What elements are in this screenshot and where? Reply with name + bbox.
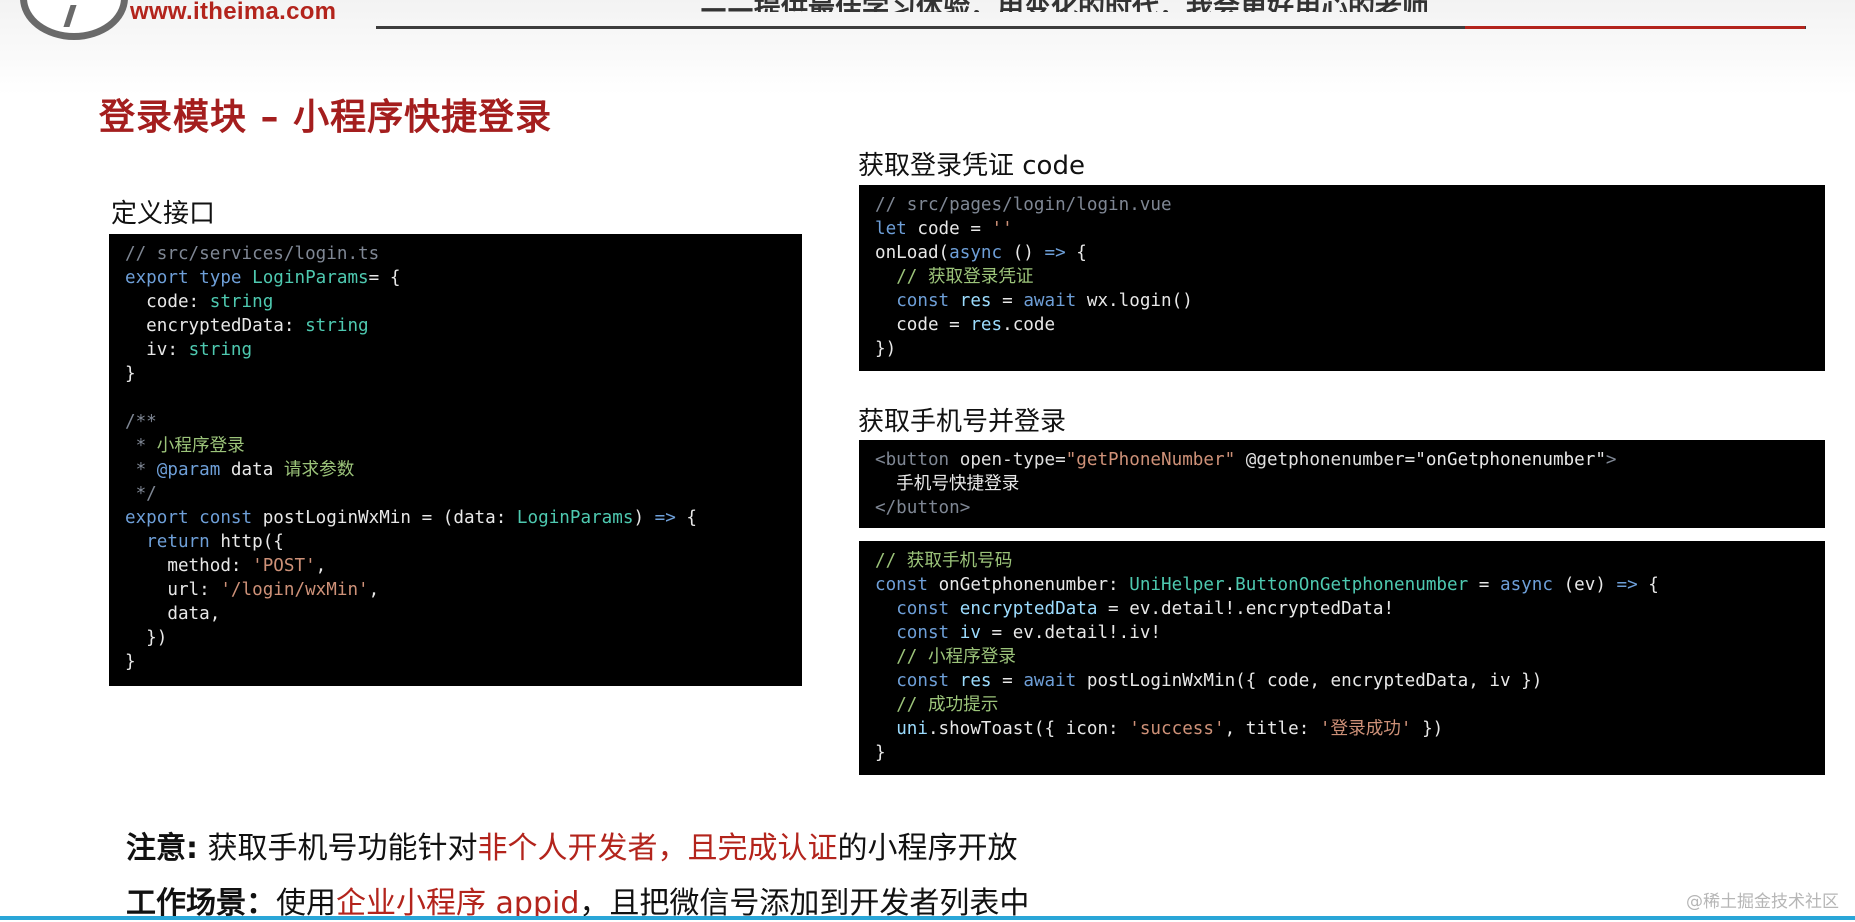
header-bar: www.itheima.com ——提供最佳学习体验，用变化的时代，我会更好用心… — [0, 0, 1855, 95]
code-block-login-vue: // src/pages/login/login.vue let code = '… — [859, 185, 1825, 371]
code-line: encryptedData: string — [125, 316, 369, 336]
slide-title: 登录模块 – 小程序快捷登录 — [99, 97, 553, 138]
banner-text: ——提供最佳学习体验，用变化的时代，我会更好用心的老师 — [700, 0, 1429, 12]
code-line: export type LoginParams= { — [125, 268, 401, 288]
code-line: code = res.code — [875, 315, 1056, 335]
code-line: }) — [875, 339, 897, 359]
code-line: export const postLoginWxMin = (data: Log… — [125, 508, 698, 528]
code-line: onLoad(async () => { — [875, 243, 1087, 263]
code-block-button-template: <button open-type="getPhoneNumber" @getp… — [859, 440, 1825, 528]
header-divider-accent — [1465, 26, 1805, 29]
site-url: www.itheima.com — [130, 0, 337, 25]
note-attention-highlight: 非个人开发者，且完成认证 — [477, 831, 838, 866]
note-attention-text-a: 获取手机号功能针对 — [207, 831, 478, 866]
code-block-login-service: // src/services/login.ts export type Logi… — [109, 234, 802, 686]
code-line: } — [125, 652, 136, 672]
code-line: uni.showToast({ icon: 'success', title: … — [896, 719, 1444, 739]
code-line: }) — [125, 628, 168, 648]
code-line: // src/services/login.ts — [125, 244, 380, 264]
code-line: const onGetphonenumber: UniHelper.Button… — [875, 575, 1659, 595]
code-line: const encryptedData = ev.detail!.encrypt… — [896, 599, 1395, 619]
code-line: // 小程序登录 — [896, 647, 1016, 667]
code-line: let code = '' — [875, 219, 1013, 239]
code-line: const iv = ev.detail!.iv! — [896, 623, 1162, 643]
section-get-code: 获取登录凭证 code — [858, 151, 1085, 181]
watermark: @稀土掘金技术社区 — [1686, 892, 1839, 912]
code-line: 手机号快捷登录 — [875, 474, 1020, 494]
itheima-logo-icon — [20, 0, 128, 40]
code-line: <button open-type="getPhoneNumber" @getp… — [875, 450, 1617, 470]
code-line: // src/pages/login/login.vue — [875, 195, 1172, 215]
code-line: * 小程序登录 — [125, 436, 245, 456]
code-line: url: '/login/wxMin', — [125, 580, 380, 600]
code-line: */ — [125, 484, 157, 504]
section-define-api: 定义接口 — [111, 199, 216, 229]
code-line: </button> — [875, 498, 971, 518]
code-line: } — [875, 743, 886, 763]
code-line: data, — [125, 604, 221, 624]
code-line: const res = await wx.login() — [896, 291, 1193, 311]
code-line: code: string — [125, 292, 274, 312]
note-attention: 注意: 获取手机号功能针对非个人开发者，且完成认证的小程序开放 — [126, 823, 1018, 867]
note-attention-text-b: 的小程序开放 — [837, 831, 1018, 866]
code-line: iv: string — [125, 340, 253, 360]
code-line: // 获取手机号码 — [875, 551, 1013, 571]
bottom-accent-bar — [0, 916, 1855, 920]
code-line: // 获取登录凭证 — [896, 267, 1034, 287]
code-line: const res = await postLoginWxMin({ code,… — [896, 671, 1543, 691]
code-line: } — [125, 364, 136, 384]
note-attention-label: 注意: — [126, 831, 198, 866]
code-block-phone-handler: // 获取手机号码 const onGetphonenumber: UniHelp… — [859, 541, 1825, 775]
code-line: // 成功提示 — [896, 695, 999, 715]
section-get-phone: 获取手机号并登录 — [858, 407, 1067, 437]
code-line: return http({ — [146, 532, 284, 552]
code-line: method: 'POST', — [125, 556, 327, 576]
code-line: * @param data 请求参数 — [125, 460, 355, 480]
code-line: /** — [125, 412, 157, 432]
